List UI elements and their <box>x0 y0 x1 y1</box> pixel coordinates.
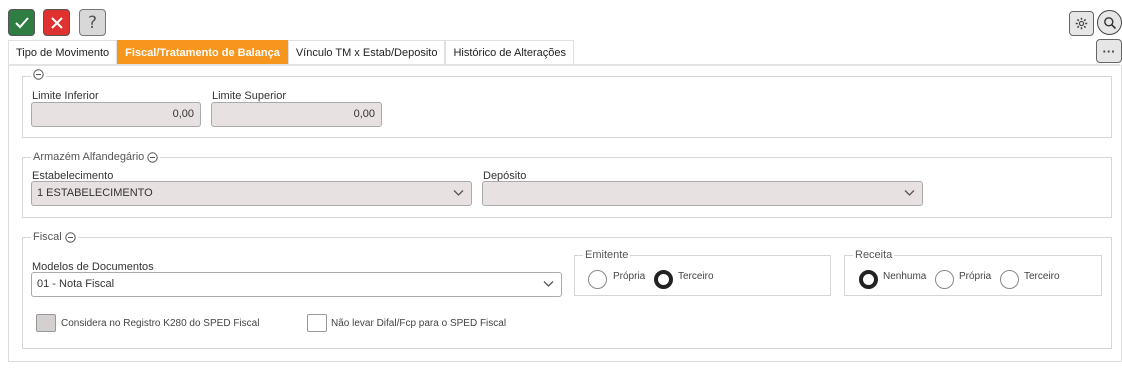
revenue-propria-label: Própria <box>959 271 992 282</box>
warehouse-legend[interactable]: Armazém Alfandegário <box>31 150 161 164</box>
revenue-propria-radio[interactable] <box>935 270 954 289</box>
tab-tipo-movimento[interactable]: Tipo de Movimento <box>8 40 118 64</box>
difal-checkbox[interactable] <box>307 314 327 332</box>
revenue-nenhuma-label: Nenhuma <box>883 271 927 282</box>
tab-fiscal-tratamento-balanca[interactable]: Fiscal/Tratamento de Balança <box>117 40 288 64</box>
fiscal-legend[interactable]: Fiscal <box>31 230 78 244</box>
establishment-value: 1 ESTABELECIMENTO <box>37 187 153 199</box>
revenue-terceiro-radio[interactable] <box>1000 270 1019 289</box>
collapse-icon[interactable] <box>147 151 158 163</box>
upper-limit-label: Limite Superior <box>212 90 286 102</box>
collapse-icon[interactable] <box>65 231 76 243</box>
cancel-button[interactable] <box>43 9 70 36</box>
warehouse-legend-text: Armazém Alfandegário <box>33 151 145 163</box>
deposit-select[interactable] <box>482 181 923 206</box>
search-button[interactable] <box>1097 10 1122 35</box>
more-options-button[interactable]: ··· <box>1096 39 1122 63</box>
settings-button[interactable] <box>1069 11 1094 36</box>
chevron-down-icon <box>543 281 554 287</box>
gear-icon <box>1075 17 1088 30</box>
tab-bar: Tipo de Movimento Fiscal/Tratamento de B… <box>8 40 574 64</box>
difal-label: Não levar Difal/Fcp para o SPED Fiscal <box>331 318 507 329</box>
help-button[interactable]: ? <box>79 9 106 36</box>
limits-legend[interactable] <box>31 69 46 80</box>
tab-vinculo-tm[interactable]: Vínculo TM x Estab/Deposito <box>287 40 446 64</box>
issuer-propria-label: Própria <box>613 271 646 282</box>
chevron-down-icon <box>453 190 464 196</box>
k280-checkbox[interactable] <box>36 314 56 332</box>
issuer-propria-radio[interactable] <box>588 270 607 289</box>
document-models-select[interactable]: 01 - Nota Fiscal <box>31 272 562 297</box>
k280-label: Considera no Registro K280 do SPED Fisca… <box>61 318 260 329</box>
revenue-terceiro-label: Terceiro <box>1024 271 1060 282</box>
issuer-terceiro-radio[interactable] <box>654 270 673 289</box>
establishment-select[interactable]: 1 ESTABELECIMENTO <box>31 181 472 206</box>
issuer-legend: Emitente <box>583 248 631 262</box>
search-icon <box>1103 16 1116 29</box>
collapse-icon[interactable] <box>33 69 44 80</box>
close-icon <box>50 16 63 29</box>
chevron-down-icon <box>904 190 915 196</box>
lower-limit-label: Limite Inferior <box>32 90 99 102</box>
fiscal-legend-text: Fiscal <box>33 231 62 243</box>
tab-historico-alteracoes[interactable]: Histórico de Alterações <box>445 40 574 64</box>
revenue-legend: Receita <box>853 248 895 262</box>
revenue-nenhuma-radio[interactable] <box>859 270 878 289</box>
issuer-terceiro-label: Terceiro <box>678 271 714 282</box>
upper-limit-input[interactable]: 0,00 <box>211 102 382 127</box>
lower-limit-input[interactable]: 0,00 <box>31 102 201 127</box>
document-models-value: 01 - Nota Fiscal <box>37 278 115 290</box>
check-icon <box>14 16 29 28</box>
confirm-button[interactable] <box>8 9 35 36</box>
